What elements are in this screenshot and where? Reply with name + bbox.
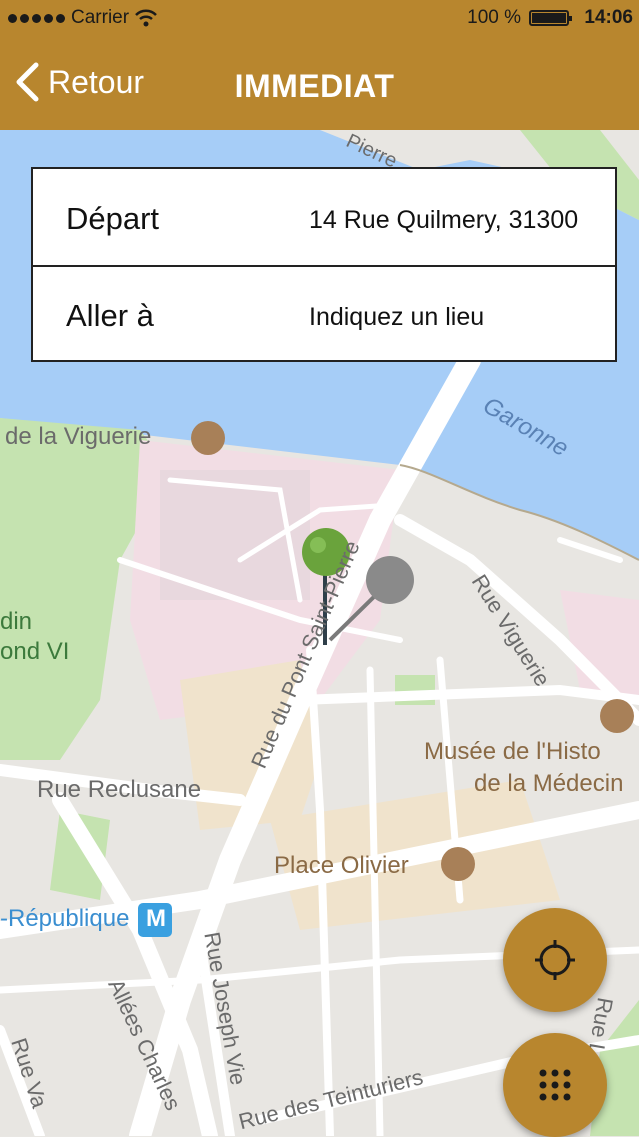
map-label-musee-2: de la Médecin (474, 770, 624, 797)
page-title: IMMEDIAT (234, 68, 395, 104)
destination-label: Aller à (66, 298, 154, 333)
departure-row[interactable]: Départ 14 Rue Quilmery, 31300 (33, 169, 615, 267)
departure-label: Départ (66, 201, 160, 236)
metro-icon: M (146, 905, 166, 932)
status-bar: Carrier 100 % 14:06 (0, 0, 639, 36)
map-label-viguerie: de la Viguerie (5, 423, 152, 450)
battery-icon (529, 10, 572, 26)
status-left: Carrier (8, 7, 157, 29)
departure-field[interactable]: 14 Rue Quilmery, 31300 (309, 206, 615, 235)
status-right: 100 % (467, 7, 572, 29)
map-label-jardin-2: ond VI (0, 638, 70, 665)
map-label-republique: -République (0, 905, 130, 932)
destination-field[interactable]: Indiquez un lieu (309, 303, 615, 332)
map-label-place-olivier: Place Olivier (274, 852, 409, 879)
wifi-icon (135, 9, 157, 27)
signal-icon (8, 13, 65, 23)
grid-icon (539, 1069, 571, 1101)
map-label-reclusane: Rue Reclusane (37, 776, 202, 803)
crosshair-icon (535, 940, 575, 980)
battery-label: 100 % (467, 7, 521, 28)
route-form: Départ 14 Rue Quilmery, 31300 Aller à In… (31, 167, 617, 362)
status-time: 14:06 (584, 7, 633, 28)
nav-bar: Retour IMMEDIAT (0, 36, 639, 130)
map-label-jardin-1: din (0, 608, 33, 635)
locate-button[interactable] (503, 908, 607, 1012)
carrier-label: Carrier (71, 7, 130, 28)
destination-row[interactable]: Aller à Indiquez un lieu (33, 266, 615, 362)
map-label-musee-1: Musée de l'Histo (424, 738, 601, 765)
menu-button[interactable] (503, 1033, 607, 1137)
